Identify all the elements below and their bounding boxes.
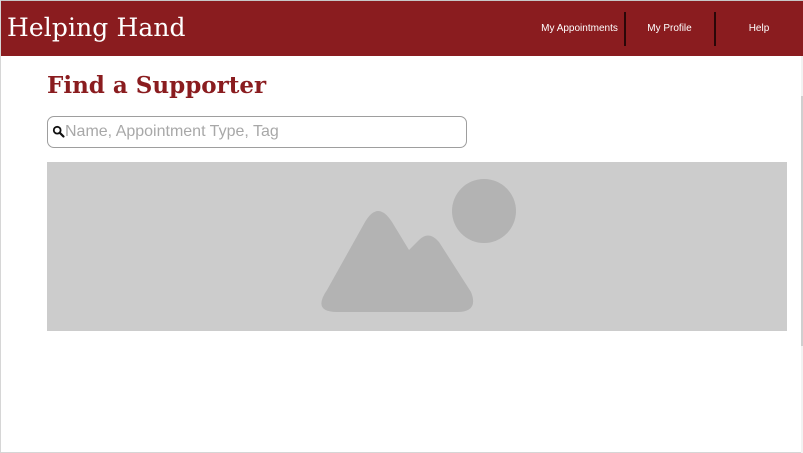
search-input[interactable] [65, 119, 463, 145]
nav-my-profile[interactable]: My Profile [627, 1, 712, 56]
nav-divider [714, 12, 716, 46]
nav-help[interactable]: Help [717, 1, 801, 56]
image-placeholder-icon [321, 179, 516, 312]
search-icon [52, 125, 65, 138]
hero-image-placeholder [47, 162, 787, 331]
nav-my-appointments[interactable]: My Appointments [537, 1, 622, 56]
search-box[interactable] [47, 116, 467, 148]
top-navigation-bar: Helping Hand My Appointments My Profile … [1, 0, 803, 56]
app-window: Helping Hand My Appointments My Profile … [0, 0, 803, 453]
brand-logo[interactable]: Helping Hand [7, 13, 186, 42]
page-title: Find a Supporter [47, 72, 267, 99]
nav-divider [624, 12, 626, 46]
